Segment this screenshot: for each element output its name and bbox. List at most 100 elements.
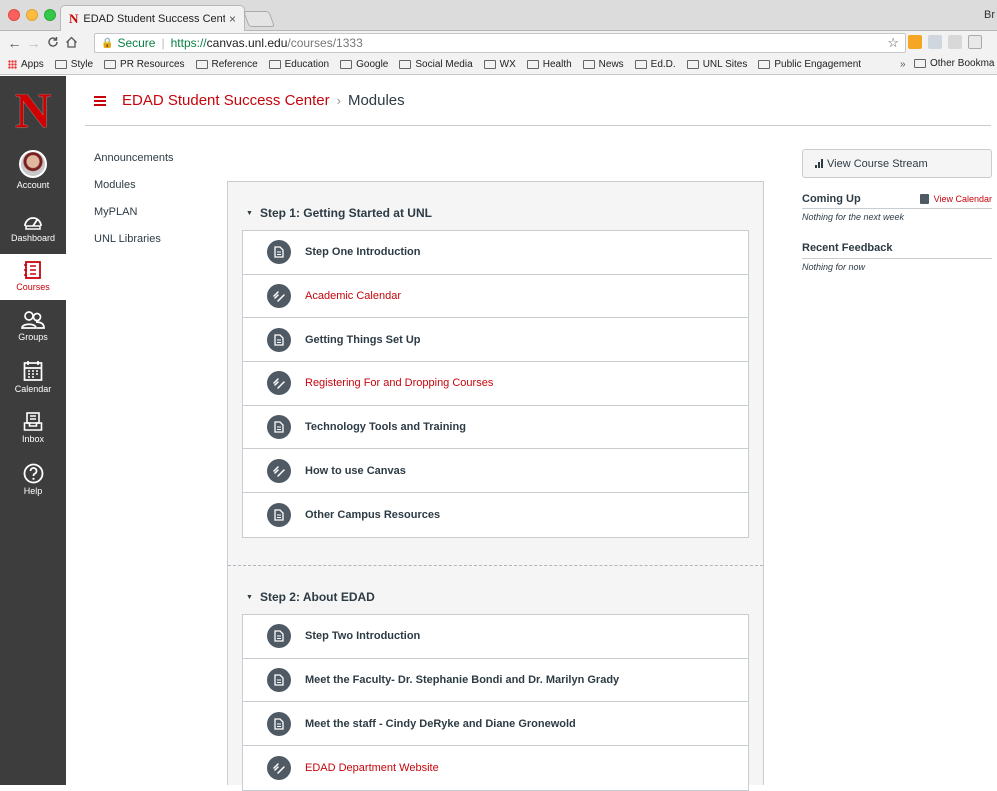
bookmark-folder[interactable]: Public Engagement (758, 59, 861, 70)
global-nav-inbox-label: Inbox (21, 434, 45, 444)
module-item[interactable]: Getting Things Set Up (243, 318, 748, 363)
module-item[interactable]: How to use Canvas (243, 449, 748, 494)
url-scheme: https:// (170, 36, 207, 50)
module-item-title[interactable]: Technology Tools and Training (305, 421, 466, 433)
extension-icons (908, 35, 982, 49)
address-bar[interactable]: 🔒 Secure | https:// canvas.unl.edu /cour… (94, 33, 906, 53)
module-item[interactable]: Step Two Introduction (243, 615, 748, 659)
global-nav-help[interactable]: Help (0, 463, 66, 496)
tab-close-icon[interactable]: × (229, 12, 236, 26)
bookmark-apps[interactable]: Apps (8, 59, 44, 70)
page-document-icon (267, 711, 291, 736)
module-divider (228, 565, 763, 566)
collapse-caret-icon[interactable]: ▼ (246, 210, 253, 217)
more-bookmarks-chevron-icon[interactable]: » (900, 59, 906, 70)
collapse-caret-icon[interactable]: ▼ (246, 594, 253, 601)
page-document-icon (267, 327, 291, 352)
folder-icon (582, 60, 595, 69)
bookmark-folder[interactable]: Ed.D. (634, 59, 676, 70)
module-item[interactable]: Technology Tools and Training (243, 406, 748, 450)
bookmark-folder[interactable]: Reference (195, 59, 258, 70)
bookmark-folder[interactable]: Google (340, 59, 388, 70)
bookmark-folder[interactable]: PR Resources (104, 59, 185, 70)
breadcrumb-course[interactable]: EDAD Student Success Center (122, 92, 330, 109)
module-item[interactable]: Other Campus Resources (243, 493, 748, 537)
global-nav-account-label: Account (16, 180, 50, 190)
module-header[interactable]: ▼ Step 1: Getting Started at UNL (228, 196, 763, 230)
folder-icon (686, 60, 699, 69)
other-bookmarks[interactable]: Other Bookma (914, 58, 994, 69)
window-minimize-button[interactable] (26, 9, 38, 21)
courses-book-icon (24, 261, 41, 279)
view-calendar-link[interactable]: View Calendar (919, 194, 992, 204)
bookmark-folder[interactable]: Social Media (399, 59, 473, 70)
inbox-tray-icon (23, 412, 43, 431)
module-item-title[interactable]: Meet the Faculty- Dr. Stephanie Bondi an… (305, 674, 619, 686)
browser-tab-strip: N EDAD Student Success Center × Br (0, 0, 997, 32)
module-item-title[interactable]: Other Campus Resources (305, 509, 440, 521)
module-item[interactable]: Registering For and Dropping Courses (243, 362, 748, 406)
module-item[interactable]: Academic Calendar (243, 275, 748, 319)
view-course-stream-button[interactable]: View Course Stream (802, 149, 992, 178)
stream-bars-icon (815, 159, 823, 168)
groups-people-icon (21, 311, 45, 329)
folder-icon (399, 60, 412, 69)
bookmark-folder[interactable]: UNL Sites (686, 59, 747, 70)
module-item-title[interactable]: EDAD Department Website (305, 762, 439, 774)
window-close-button[interactable] (8, 9, 20, 21)
bookmark-folder[interactable]: News (582, 59, 624, 70)
bookmark-folder[interactable]: Health (526, 59, 572, 70)
folder-icon (268, 60, 281, 69)
module-item-title[interactable]: Getting Things Set Up (305, 334, 421, 346)
browser-tab[interactable]: N EDAD Student Success Center × (60, 5, 245, 32)
module-item-title[interactable]: Academic Calendar (305, 290, 401, 302)
global-nav-calendar[interactable]: Calendar (0, 360, 66, 394)
module-item-title[interactable]: Step Two Introduction (305, 630, 420, 642)
external-link-icon (267, 284, 291, 309)
module-item-title[interactable]: Registering For and Dropping Courses (305, 377, 493, 389)
global-nav-dashboard[interactable]: Dashboard (0, 211, 66, 243)
module-header[interactable]: ▼ Step 2: About EDAD (228, 580, 763, 614)
module-item[interactable]: EDAD Department Website (243, 746, 748, 790)
window-maximize-button[interactable] (44, 9, 56, 21)
hamburger-menu-icon[interactable] (94, 94, 106, 108)
url-host: canvas.unl.edu (206, 36, 288, 50)
browser-toolbar: ← → 🔒 Secure | https:// canvas.unl.edu /… (0, 31, 997, 55)
view-calendar-label: View Calendar (933, 194, 992, 204)
reload-icon[interactable] (44, 35, 61, 51)
extension-dropbox-icon[interactable] (928, 35, 942, 49)
folder-icon (634, 60, 647, 69)
module-item-title[interactable]: Step One Introduction (305, 246, 421, 258)
extension-drive-icon[interactable] (948, 35, 962, 49)
module-item[interactable]: Meet the staff - Cindy DeRyke and Diane … (243, 702, 748, 747)
extension-analytics-icon[interactable] (908, 35, 922, 49)
course-nav-modules[interactable]: Modules (94, 179, 174, 206)
global-nav-account[interactable]: Account (0, 150, 66, 190)
address-separator: | (161, 36, 165, 50)
module-item[interactable]: Meet the Faculty- Dr. Stephanie Bondi an… (243, 659, 748, 703)
bookmark-star-icon[interactable]: ☆ (887, 35, 899, 51)
module-step-2: ▼ Step 2: About EDAD Step Two Introducti… (228, 580, 763, 791)
extension-doc-icon[interactable] (968, 35, 982, 49)
back-arrow-icon[interactable]: ← (6, 35, 23, 51)
global-nav-inbox[interactable]: Inbox (0, 412, 66, 444)
unl-logo[interactable]: N (12, 85, 54, 135)
global-nav-courses[interactable]: Courses (0, 254, 66, 300)
module-item[interactable]: Step One Introduction (243, 231, 748, 275)
bookmark-folder[interactable]: Style (54, 59, 93, 70)
folder-icon (526, 60, 539, 69)
new-tab-button[interactable] (243, 11, 275, 27)
global-nav-groups[interactable]: Groups (0, 310, 66, 342)
forward-arrow-icon[interactable]: → (25, 35, 42, 51)
course-nav-announcements[interactable]: Announcements (94, 152, 174, 179)
module-item-title[interactable]: Meet the staff - Cindy DeRyke and Diane … (305, 718, 576, 730)
bookmark-folder[interactable]: Education (268, 59, 329, 70)
module-item-title[interactable]: How to use Canvas (305, 465, 406, 477)
course-nav-myplan[interactable]: MyPLAN (94, 206, 174, 233)
profile-button[interactable]: Br (984, 9, 995, 21)
course-nav-unl-libraries[interactable]: UNL Libraries (94, 233, 174, 260)
bookmark-folder[interactable]: WX (483, 59, 516, 70)
help-question-icon (23, 463, 43, 484)
home-icon[interactable] (63, 35, 80, 51)
page-document-icon (267, 502, 291, 527)
